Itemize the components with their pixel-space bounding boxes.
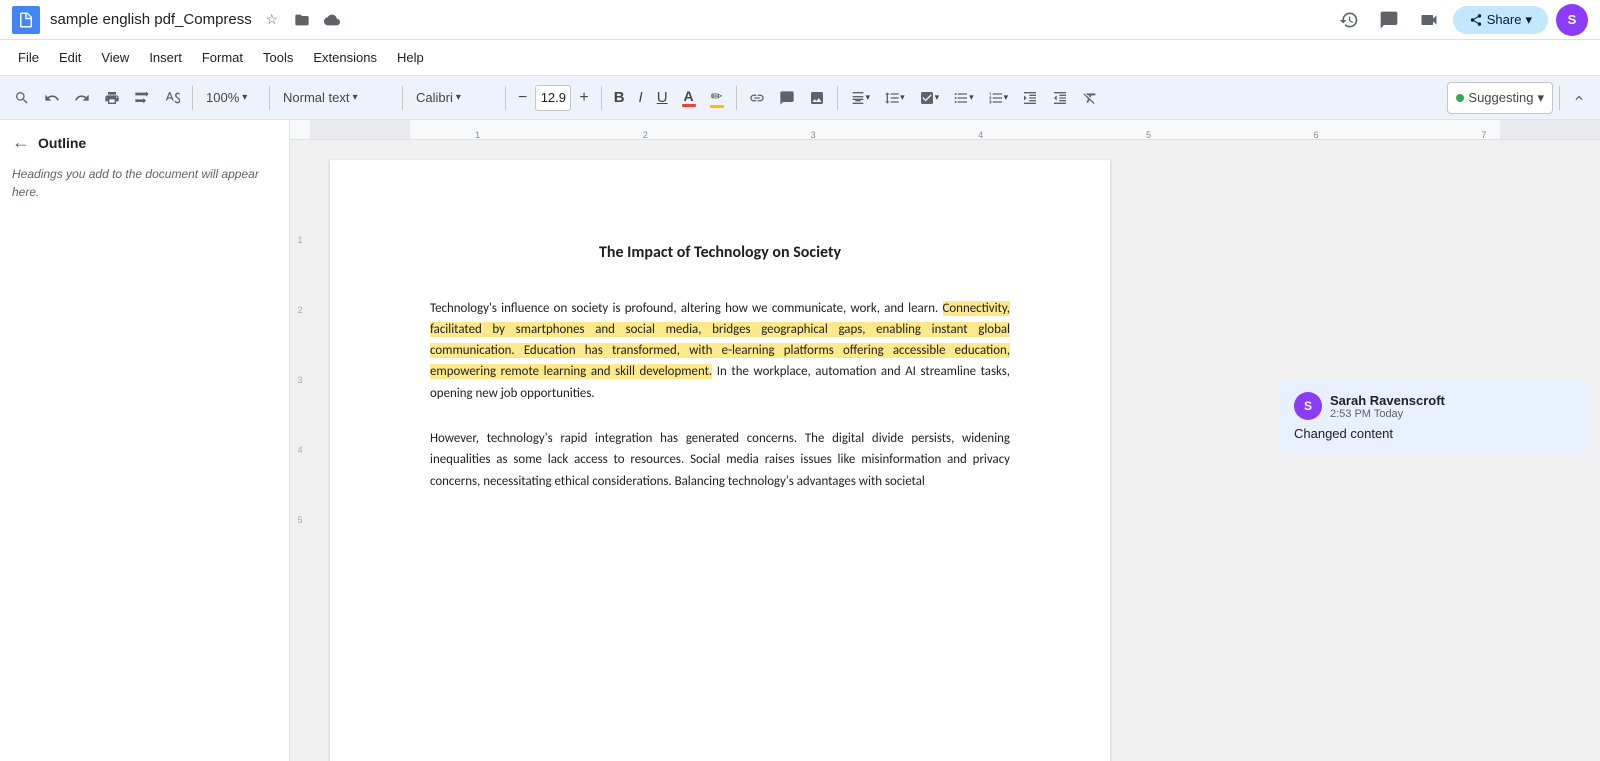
font-minus-button[interactable]: −: [512, 82, 533, 114]
sep4: [505, 86, 506, 110]
outline-title: Outline: [38, 135, 86, 151]
redo-button[interactable]: [68, 82, 96, 114]
sep2: [269, 86, 270, 110]
menu-format[interactable]: Format: [192, 46, 253, 69]
menu-file[interactable]: File: [8, 46, 49, 69]
comment-content: Changed content: [1294, 426, 1576, 441]
document-scroll-area[interactable]: The Impact of Technology on Society Tech…: [310, 140, 1270, 761]
vertical-ruler: 1 2 3 4 5: [290, 140, 310, 761]
menu-tools[interactable]: Tools: [253, 46, 303, 69]
search-button[interactable]: [8, 82, 36, 114]
highlight-indicator: ✏: [710, 88, 724, 108]
para1-before: Technology's influence on society is pro…: [430, 301, 943, 316]
menu-view[interactable]: View: [91, 46, 139, 69]
share-button[interactable]: Share ▾: [1453, 6, 1548, 34]
doc-icon: [12, 6, 40, 34]
zoom-value: 100%: [206, 90, 239, 105]
text-color-button[interactable]: A: [676, 82, 702, 114]
share-dropdown-icon: ▾: [1525, 12, 1532, 28]
suggesting-dropdown-icon: ▾: [1537, 90, 1544, 106]
comments-icon[interactable]: [1373, 4, 1405, 36]
outdent-button[interactable]: [1046, 82, 1074, 114]
line-spacing-button[interactable]: ▾: [878, 82, 911, 114]
format-clear-button[interactable]: [1076, 82, 1104, 114]
sep3: [402, 86, 403, 110]
underline-button[interactable]: U: [651, 82, 674, 114]
share-label: Share: [1487, 12, 1522, 27]
document-title: sample english pdf_Compress: [50, 11, 252, 28]
style-dropdown[interactable]: Normal text ▾: [276, 82, 396, 114]
font-value: Calibri: [416, 90, 453, 105]
menu-help[interactable]: Help: [387, 46, 434, 69]
folder-icon[interactable]: [290, 8, 314, 32]
bullet-list-button[interactable]: ▾: [947, 82, 980, 114]
style-value: Normal text: [283, 90, 349, 105]
cloud-icon[interactable]: [320, 8, 344, 32]
top-right-controls: Share ▾ S: [1333, 4, 1588, 36]
paragraph-2: However, technology's rapid integration …: [430, 428, 1010, 492]
history-icon[interactable]: [1333, 4, 1365, 36]
comment-header: S Sarah Ravenscroft 2:53 PM Today: [1294, 392, 1576, 420]
comment-avatar: S: [1294, 392, 1322, 420]
sep1: [192, 86, 193, 110]
sidebar-back-button[interactable]: ←: [12, 132, 30, 153]
paintformat-button[interactable]: [128, 82, 156, 114]
align-button[interactable]: ▾: [844, 82, 877, 114]
sep6: [736, 86, 737, 110]
font-dropdown[interactable]: Calibri ▾: [409, 82, 499, 114]
comment-author: Sarah Ravenscroft: [1330, 393, 1445, 408]
text-color-indicator: A: [682, 88, 696, 107]
comment-time: 2:53 PM Today: [1330, 408, 1445, 420]
star-icon[interactable]: ☆: [260, 8, 284, 32]
menu-edit[interactable]: Edit: [49, 46, 91, 69]
print-button[interactable]: [98, 82, 126, 114]
zoom-dropdown[interactable]: 100% ▾: [199, 82, 263, 114]
spellcheck-button[interactable]: [158, 82, 186, 114]
checklist-button[interactable]: ▾: [913, 82, 946, 114]
link-button[interactable]: [743, 82, 771, 114]
sep7: [837, 86, 838, 110]
bold-button[interactable]: B: [608, 82, 631, 114]
ruler-bar: 1 2 3 4 5 6 7: [290, 120, 1600, 140]
comment-card[interactable]: S Sarah Ravenscroft 2:53 PM Today Change…: [1280, 380, 1590, 453]
suggesting-label: Suggesting: [1468, 90, 1533, 105]
suggesting-dropdown[interactable]: Suggesting ▾: [1447, 82, 1553, 114]
font-plus-button[interactable]: +: [573, 82, 594, 114]
highlight-button[interactable]: ✏: [704, 82, 730, 114]
indent-button[interactable]: [1016, 82, 1044, 114]
outline-hint: Headings you add to the document will ap…: [12, 165, 277, 201]
document-heading: The Impact of Technology on Society: [430, 240, 1010, 266]
paragraph-1: Technology's influence on society is pro…: [430, 298, 1010, 404]
title-icons: ☆: [260, 8, 344, 32]
menu-insert[interactable]: Insert: [139, 46, 192, 69]
sep8: [1559, 86, 1560, 110]
collapse-toolbar-button[interactable]: [1566, 82, 1592, 114]
menu-extensions[interactable]: Extensions: [303, 46, 387, 69]
comment-panel: S Sarah Ravenscroft 2:53 PM Today Change…: [1270, 140, 1600, 761]
user-avatar[interactable]: S: [1556, 4, 1588, 36]
add-comment-button[interactable]: [773, 82, 801, 114]
document-page: The Impact of Technology on Society Tech…: [330, 160, 1110, 761]
sep5: [601, 86, 602, 110]
font-size-input[interactable]: [535, 85, 571, 111]
suggesting-dot: [1456, 94, 1464, 102]
italic-button[interactable]: I: [633, 82, 649, 114]
insert-image-button[interactable]: [803, 82, 831, 114]
outline-header: ← Outline: [12, 132, 277, 153]
numbered-list-button[interactable]: ▾: [982, 82, 1015, 114]
comment-meta: Sarah Ravenscroft 2:53 PM Today: [1330, 393, 1445, 420]
undo-button[interactable]: [38, 82, 66, 114]
ruler-ticks: 1 2 3 4 5 6 7: [310, 120, 1600, 140]
meet-icon[interactable]: [1413, 4, 1445, 36]
